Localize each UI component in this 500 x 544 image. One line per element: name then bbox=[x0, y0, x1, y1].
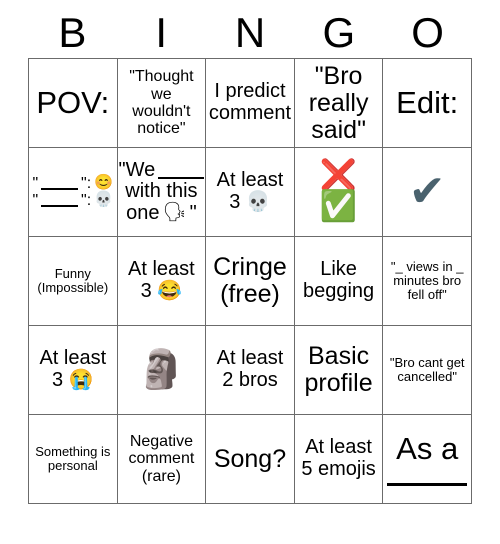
bingo-cell-content: "Bro really said" bbox=[308, 61, 369, 144]
phrase-prefix: "We bbox=[118, 158, 156, 181]
bingo-cell-b5[interactable]: Something is personal bbox=[28, 414, 118, 504]
close-quote-colon: ": bbox=[81, 192, 92, 209]
emoji-stack: ❌ ✅ bbox=[320, 161, 357, 222]
bingo-cell-content: Something is personal bbox=[35, 443, 111, 473]
bingo-cell-content: POV: bbox=[36, 85, 110, 121]
bingo-cell-content: "We with this one 🗣 " bbox=[118, 150, 205, 234]
open-quote: " bbox=[32, 192, 39, 209]
check-mark-button-emoji: ✅ bbox=[319, 190, 358, 223]
speaking-head-emoji: 🗣 bbox=[162, 202, 187, 224]
bingo-row: Something is personal Negative comment (r… bbox=[28, 414, 472, 504]
bingo-grid: POV: "Thought we wouldn't notice" I predic… bbox=[28, 58, 472, 504]
bingo-cell-b2[interactable]: " ": 😊 " ": 💀 bbox=[28, 147, 118, 237]
bingo-cell-g4[interactable]: Basic profile bbox=[293, 325, 384, 415]
bingo-cell-content: "Bro cant get cancelled" bbox=[389, 354, 465, 384]
bingo-cell-i4[interactable]: 🗿 bbox=[116, 325, 207, 415]
fill-in-blank-line bbox=[386, 466, 468, 486]
bingo-cell-o2[interactable]: ✔ bbox=[382, 147, 472, 237]
bingo-cell-g5[interactable]: At least 5 emojis bbox=[293, 414, 384, 504]
smiling-face-with-smiling-eyes-emoji: 😊 bbox=[94, 174, 114, 192]
heavy-check-mark-icon: ✔ bbox=[408, 167, 446, 216]
bingo-cell-content: At least 2 bros bbox=[216, 347, 284, 391]
bingo-cell-g1[interactable]: "Bro really said" bbox=[293, 58, 384, 148]
bingo-cell-content: Basic profile bbox=[304, 342, 373, 397]
header-letter-i: I bbox=[155, 9, 168, 56]
bingo-row: " ": 😊 " ": 💀 "We with this one 🗣 " At least 3 💀 ❌ ✅ ✔ bbox=[28, 147, 472, 237]
bingo-cell-content: "_ views in _ minutes bro fell off" bbox=[390, 258, 464, 303]
bingo-cell-content: Negative comment (rare) bbox=[128, 433, 195, 485]
bingo-cell-o4[interactable]: "Bro cant get cancelled" bbox=[382, 325, 472, 415]
bingo-cell-content: Song? bbox=[213, 444, 287, 473]
header-letter-o: O bbox=[411, 9, 444, 56]
bingo-row: Funny (Impossible) At least 3 😂 Cringe (fr… bbox=[28, 236, 472, 326]
bingo-cell-content: Funny (Impossible) bbox=[37, 265, 109, 295]
close-quote-colon: ": bbox=[81, 174, 92, 192]
header-letter-n: N bbox=[234, 9, 266, 56]
bingo-cell-content: " ": 😊 " ": 💀 bbox=[32, 150, 114, 234]
bingo-row: POV: "Thought we wouldn't notice" I predic… bbox=[28, 58, 472, 148]
header-letter-b: B bbox=[58, 9, 87, 56]
bingo-cell-b4[interactable]: At least 3 😭 bbox=[28, 325, 118, 415]
close-quote: " bbox=[189, 201, 197, 224]
bingo-cell-content: Edit: bbox=[396, 85, 459, 121]
bingo-row: At least 3 😭 🗿 At least 2 bros Basic profil… bbox=[28, 325, 472, 415]
bingo-cell-n3[interactable]: Cringe (free) bbox=[205, 236, 295, 326]
bingo-cell-content: ❌ ✅ bbox=[298, 150, 380, 234]
bingo-cell-content: At least 5 emojis bbox=[301, 436, 376, 480]
bingo-cell-content: At least 3 😂 bbox=[128, 258, 195, 302]
bingo-cell-content: At least 3 😭 bbox=[39, 347, 107, 391]
bingo-cell-i2[interactable]: "We with this one 🗣 " bbox=[116, 147, 207, 237]
skull-emoji: 💀 bbox=[94, 191, 114, 209]
bingo-header: B I N G O bbox=[28, 0, 472, 58]
fill-in-blank-line bbox=[41, 194, 79, 208]
bingo-cell-content: ✔ bbox=[386, 150, 468, 234]
bingo-cell-i5[interactable]: Negative comment (rare) bbox=[116, 414, 207, 504]
quoted-blank-line: " ": 💀 bbox=[33, 192, 114, 209]
bingo-cell-content: Cringe (free) bbox=[213, 253, 287, 308]
phrase-suffix: one bbox=[126, 201, 160, 224]
bingo-cell-content: Like begging bbox=[302, 258, 375, 302]
cross-mark-emoji: ❌ bbox=[319, 159, 358, 193]
bingo-cell-content: I predict comment bbox=[208, 80, 292, 124]
bingo-cell-o3[interactable]: "_ views in _ minutes bro fell off" bbox=[382, 236, 472, 326]
bingo-cell-o5[interactable]: As a bbox=[382, 414, 472, 504]
bingo-cell-g3[interactable]: Like begging bbox=[293, 236, 384, 326]
blank-phrase-line-3: one 🗣 " bbox=[126, 201, 197, 225]
open-quote: " bbox=[32, 174, 39, 192]
moai-emoji: 🗿 bbox=[137, 349, 186, 391]
fill-in-blank-line bbox=[41, 177, 79, 191]
blank-phrase-line-1: "We bbox=[118, 158, 205, 182]
bingo-cell-n1[interactable]: I predict comment bbox=[205, 58, 295, 148]
bingo-cell-content: "Thought we wouldn't notice" bbox=[129, 68, 194, 138]
bingo-cell-i3[interactable]: At least 3 😂 bbox=[116, 236, 207, 326]
bingo-cell-n4[interactable]: At least 2 bros bbox=[205, 325, 295, 415]
bingo-cell-label: As a bbox=[396, 431, 459, 467]
header-letter-g: G bbox=[322, 9, 356, 56]
bingo-cell-content: 🗿 bbox=[121, 328, 203, 412]
bingo-cell-o1[interactable]: Edit: bbox=[382, 58, 472, 148]
bingo-cell-n5[interactable]: Song? bbox=[205, 414, 295, 504]
bingo-cell-i1[interactable]: "Thought we wouldn't notice" bbox=[116, 58, 207, 148]
phrase-middle: with this bbox=[125, 180, 198, 203]
bingo-cell-content: As a bbox=[386, 417, 468, 501]
bingo-cell-n2[interactable]: At least 3 💀 bbox=[205, 147, 295, 237]
quoted-blank-line: " ": 😊 bbox=[32, 174, 114, 192]
bingo-card: B I N G O POV: "Thought we wouldn't notic… bbox=[0, 0, 500, 544]
fill-in-blank-line bbox=[158, 162, 205, 179]
bingo-cell-g2[interactable]: ❌ ✅ bbox=[293, 147, 384, 237]
bingo-cell-b3[interactable]: Funny (Impossible) bbox=[28, 236, 118, 326]
bingo-cell-b1[interactable]: POV: bbox=[28, 58, 118, 148]
bingo-cell-content: At least 3 💀 bbox=[216, 169, 284, 213]
